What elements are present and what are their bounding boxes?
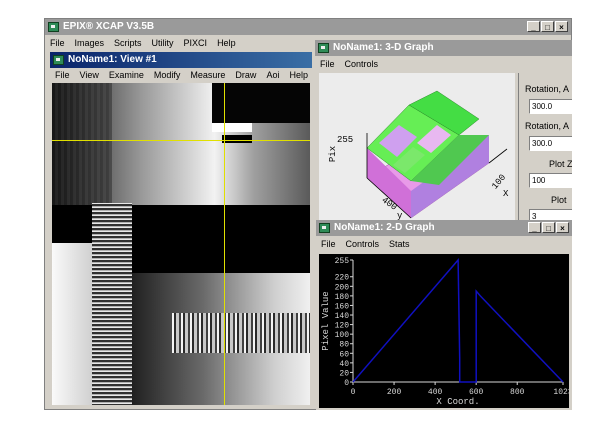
menu-images[interactable]: Images (70, 38, 110, 48)
graph3d-window: NoName1: 3-D Graph File Controls 255 Pix … (315, 40, 572, 225)
x-axis-title: X (503, 189, 509, 199)
graph3d-menubar: File Controls (315, 57, 572, 71)
menu-help[interactable]: Help (212, 38, 241, 48)
crosshair-horizontal (52, 140, 310, 141)
menu-utility[interactable]: Utility (147, 38, 179, 48)
light-column-left (52, 243, 92, 405)
view-app-icon (53, 55, 64, 65)
graph2d-menu-file[interactable]: File (316, 239, 341, 249)
view-menu-file[interactable]: File (50, 70, 75, 80)
white-block-upper (212, 123, 252, 132)
crosshair-vertical (224, 83, 225, 405)
graph3d-controls-panel: Rotation, A Rotation, A Plot Z Plot (518, 73, 572, 224)
y-tick-label: 180 (335, 293, 350, 302)
x-axis-label: X Coord. (436, 397, 479, 407)
graph2d-minimize-button[interactable]: _ (528, 222, 541, 233)
view-menu-modify[interactable]: Modify (149, 70, 186, 80)
y-axis-label: Pixel Value (321, 291, 331, 350)
graph2d-window: NoName1: 2-D Graph _ □ × File Controls Sta… (316, 220, 572, 410)
z-axis-title: Pix (328, 145, 339, 163)
y-tick-label: 220 (335, 274, 350, 283)
vertical-stripes-top (52, 83, 112, 205)
graph3d-app-icon (318, 43, 329, 53)
rotation-input-2[interactable] (529, 136, 572, 151)
rotation-label-2: Rotation, A (525, 121, 570, 131)
graph2d-app-icon (319, 223, 330, 233)
y-tick-label: 80 (339, 341, 349, 350)
plot-label: Plot (551, 195, 567, 205)
black-block-upper (212, 83, 310, 123)
line-plot: 0204060801001201401601802002202550 200 400… (321, 257, 572, 407)
menu-pixci[interactable]: PIXCI (179, 38, 213, 48)
z-axis-value: 255 (337, 135, 354, 145)
x-tick-label: 400 (428, 388, 443, 397)
y-tick-label: 20 (339, 369, 349, 378)
view-window: NoName1: View #1 File View Examine Modify Me… (50, 52, 312, 407)
main-window-title: EPIX® XCAP V3.5B (63, 21, 155, 32)
x-tick-label: 1023 (553, 388, 569, 397)
y-tick-label: 160 (335, 302, 350, 311)
view-menu-draw[interactable]: Draw (230, 70, 261, 80)
graph2d-menubar: File Controls Stats (316, 237, 572, 251)
view-window-titlebar[interactable]: NoName1: View #1 (50, 52, 312, 68)
plot-z-input[interactable] (529, 173, 572, 188)
line-plot-area[interactable]: 0 20 40 60 80 100 120 140 160 180 200 220 255 0 200 400… (319, 254, 572, 408)
main-window-titlebar[interactable]: EPIX® XCAP V3.5B (45, 19, 571, 35)
view-menu-examine[interactable]: Examine (104, 70, 149, 80)
graph2d-menu-controls[interactable]: Controls (341, 239, 385, 249)
y-tick-label: 255 (335, 257, 350, 266)
y-tick-label: 140 (335, 312, 350, 321)
graph2d-maximize-button[interactable]: □ (542, 222, 555, 233)
graph3d-surface (366, 90, 508, 219)
y-tick-label: 60 (339, 350, 349, 359)
x-tick-label: 0 (351, 388, 356, 397)
x-tick-label: 800 (510, 388, 525, 397)
graph3d-menu-controls[interactable]: Controls (340, 59, 384, 69)
x-tick-label: 200 (387, 388, 402, 397)
view-window-title: NoName1: View #1 (68, 54, 157, 65)
graph2d-close-button[interactable]: × (556, 222, 569, 233)
horizontal-lines-block (92, 203, 132, 405)
view-menu-help[interactable]: Help (284, 70, 312, 80)
minimize-button[interactable]: _ (527, 21, 540, 32)
view-menu-measure[interactable]: Measure (185, 70, 230, 80)
frequency-stripes (172, 313, 310, 353)
view-menu-aoi[interactable]: Aoi (261, 70, 284, 80)
y-tick-label: 0 (344, 379, 349, 388)
y-tick-label: 100 (335, 331, 350, 340)
graph3d-title: NoName1: 3-D Graph (333, 42, 434, 53)
test-pattern-image[interactable] (52, 83, 310, 405)
xcap-app-icon (48, 22, 59, 32)
graph3d-menu-file[interactable]: File (315, 59, 340, 69)
maximize-button[interactable]: □ (541, 21, 554, 32)
menu-scripts[interactable]: Scripts (109, 38, 147, 48)
rotation-label-1: Rotation, A (525, 84, 570, 94)
view-menu-view[interactable]: View (75, 70, 104, 80)
graph2d-menu-stats[interactable]: Stats (384, 239, 415, 249)
y-tick-label: 40 (339, 360, 349, 369)
series-line-0 (352, 258, 564, 383)
black-bar-upper (222, 135, 252, 143)
graph3d-plot-area[interactable]: 255 Pix 400 y 100 X (319, 73, 515, 223)
close-button[interactable]: × (555, 21, 568, 32)
y-tick-label: 120 (335, 322, 350, 331)
rotation-input-1[interactable] (529, 99, 572, 114)
x-tick-label: 600 (469, 388, 484, 397)
y-tick-label: 200 (335, 283, 350, 292)
menu-file[interactable]: File (45, 38, 70, 48)
view-menubar: File View Examine Modify Measure Draw Aoi Help (50, 68, 312, 82)
graph2d-title: NoName1: 2-D Graph (334, 222, 435, 233)
graph3d-titlebar[interactable]: NoName1: 3-D Graph (315, 40, 572, 56)
plot-z-label: Plot Z (549, 159, 572, 169)
